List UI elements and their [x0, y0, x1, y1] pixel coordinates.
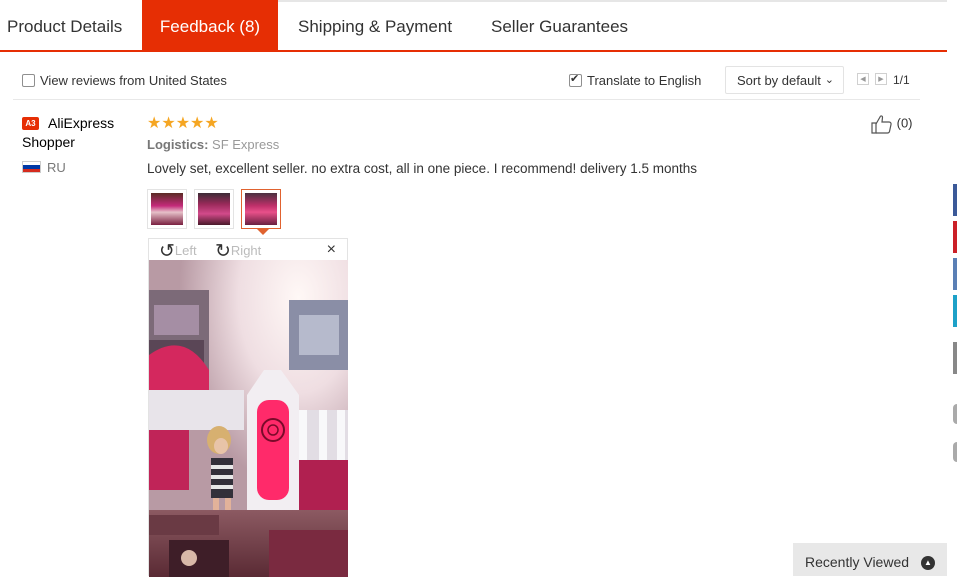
chevron-up-icon: ▲ [921, 556, 935, 570]
share-facebook-button[interactable] [953, 184, 957, 216]
rotate-left-icon: ↺ [159, 241, 175, 262]
tab-seller-guarantees[interactable]: Seller Guarantees [491, 0, 628, 50]
share-pinterest-button[interactable] [953, 221, 957, 253]
translate-label[interactable]: Translate to English [587, 73, 701, 88]
divider [13, 99, 920, 100]
review-photo-thumbnail-2[interactable] [194, 189, 234, 229]
recently-viewed-label: Recently Viewed [805, 554, 910, 570]
scroll-indicator-2[interactable] [953, 442, 957, 462]
helpful-count: (0) [896, 115, 913, 131]
photo-viewer: ↺Left ↻Right × [148, 238, 348, 577]
review-photo-thumbnail-1[interactable] [147, 189, 187, 229]
review-photo [149, 260, 348, 577]
share-twitter-button[interactable] [953, 295, 957, 327]
rotate-right-icon: ↻ [215, 241, 231, 262]
russia-flag-icon [22, 161, 41, 173]
page-indicator: 1/1 [893, 73, 910, 87]
tab-product-details[interactable]: Product Details [7, 0, 122, 50]
recently-viewed-panel[interactable]: Recently Viewed ▲ [793, 543, 947, 576]
review-photo-thumbnail-3[interactable] [241, 189, 281, 229]
rotate-right-label: Right [230, 242, 262, 258]
reviewer-country: RU [47, 160, 66, 175]
sort-select-value: Sort by default [737, 73, 821, 88]
star-rating: ★★★★★ [147, 115, 219, 132]
close-icon[interactable]: × [327, 241, 336, 259]
photo-viewer-toolbar: ↺Left ↻Right × [149, 239, 347, 262]
review-photo-image [149, 260, 348, 577]
view-us-label[interactable]: View reviews from United States [40, 73, 227, 88]
logistics-value: SF Express [212, 137, 280, 152]
prev-page-button[interactable]: ◀ [857, 73, 869, 85]
tab-bar: Product Details Feedback (8) Shipping & … [0, 0, 947, 52]
sort-select[interactable]: Sort by default ⌄ [725, 66, 844, 94]
tab-shipping-payment[interactable]: Shipping & Payment [298, 0, 452, 50]
translate-checkbox[interactable] [569, 72, 582, 87]
chevron-down-icon: ⌄ [824, 74, 834, 86]
scroll-indicator[interactable] [953, 404, 957, 424]
review-text: Lovely set, excellent seller. no extra c… [147, 161, 698, 176]
logistics-label: Logistics: [147, 137, 209, 152]
share-more-button[interactable] [953, 342, 957, 374]
thumbs-up-icon [871, 115, 892, 134]
logistics-info: Logistics: SF Express [147, 137, 279, 152]
tab-feedback[interactable]: Feedback (8) [142, 0, 278, 50]
thumbnail-pointer [257, 229, 269, 235]
share-vk-button[interactable] [953, 258, 957, 290]
buyer-level-badge: A3 [22, 117, 39, 130]
helpful-button[interactable]: (0) [871, 114, 913, 134]
next-page-button[interactable]: ▶ [875, 73, 887, 85]
rotate-left-label: Left [174, 242, 197, 258]
view-us-checkbox[interactable] [22, 74, 35, 87]
